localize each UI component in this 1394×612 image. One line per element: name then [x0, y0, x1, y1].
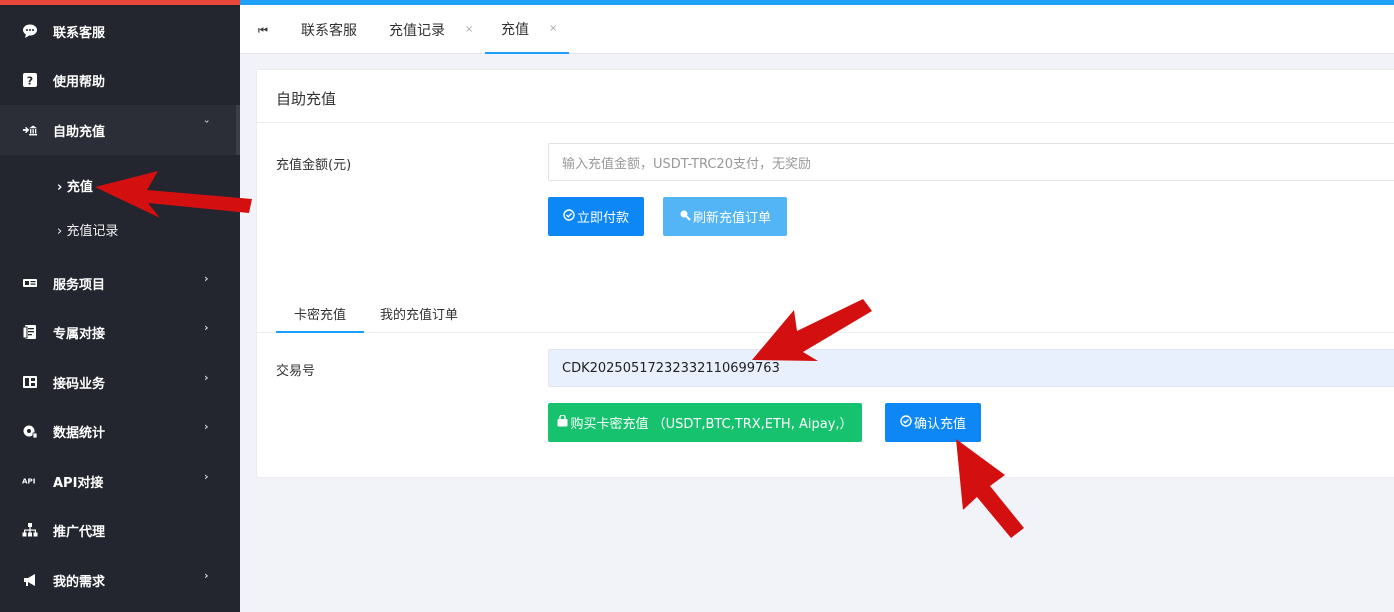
sidebar-item-label: 使用帮助: [53, 74, 106, 90]
sidebar-item-api[interactable]: API API对接 ›: [0, 456, 240, 506]
tab-card-recharge[interactable]: 卡密充值: [276, 300, 364, 333]
chevron-down-icon: ˇ: [204, 119, 210, 132]
sidebar-item-label: 推广代理: [53, 524, 106, 540]
sidebar: 联系客服 ? 使用帮助 自助充值 ˇ › 充值 › 充值记录 服务项目 › 专属…: [0, 0, 240, 612]
buy-card-code-label: 购买卡密充值 （USDT,BTC,TRX,ETH, Aipay,）: [570, 417, 853, 432]
svg-text:?: ?: [27, 75, 33, 88]
sidebar-item-label: 数据统计: [53, 425, 106, 441]
subtab-label: 我的充值订单: [380, 308, 459, 323]
check-circle-icon: [563, 209, 575, 224]
confirm-recharge-label: 确认充值: [913, 417, 966, 432]
sidebar-item-promotion[interactable]: 推广代理: [0, 505, 240, 555]
amount-input[interactable]: 输入充值金额，USDT-TRC20支付，无奖励: [548, 143, 1394, 181]
sidebar-item-label: 自助充值: [53, 124, 106, 140]
svg-text:API: API: [22, 477, 35, 486]
sidebar-subitem-label: › 充值记录: [57, 223, 119, 239]
sidebar-item-contact[interactable]: 联系客服: [0, 6, 240, 56]
sitemap-icon: [22, 522, 38, 538]
sidebar-item-exclusive[interactable]: 专属对接 ›: [0, 307, 240, 357]
chat-bubble-icon: [22, 23, 38, 39]
search-icon: [679, 209, 691, 224]
card-list-icon: [22, 275, 38, 291]
pay-now-button[interactable]: 立即付款: [548, 197, 644, 236]
close-icon[interactable]: ×: [465, 24, 473, 35]
chevron-right-icon: ›: [204, 470, 209, 483]
sidebar-top-bar: [0, 0, 240, 5]
sidebar-item-my-needs[interactable]: 我的需求 ›: [0, 555, 240, 605]
card-divider: [257, 122, 1394, 123]
question-icon: ?: [22, 72, 38, 88]
refresh-orders-label: 刷新充值订单: [692, 211, 771, 226]
sidebar-item-statistics[interactable]: 数据统计 ›: [0, 406, 240, 456]
refresh-orders-button[interactable]: 刷新充值订单: [663, 197, 787, 236]
sidebar-subitem-recharge[interactable]: › 充值: [0, 163, 240, 207]
chevron-right-icon: ›: [204, 420, 209, 433]
sidebar-item-label: 接码业务: [53, 376, 106, 392]
recharge-icon: [22, 122, 38, 138]
tab-label: 充值记录: [389, 22, 445, 39]
sidebar-item-sms-code[interactable]: 接码业务 ›: [0, 357, 240, 407]
api-icon: API: [22, 473, 38, 489]
tab-contact[interactable]: 联系客服: [301, 5, 357, 54]
contract-icon: [22, 324, 38, 340]
chevron-right-icon: ›: [204, 321, 209, 334]
confirm-recharge-button[interactable]: 确认充值: [885, 403, 981, 442]
amount-label: 充值金额(元): [276, 158, 352, 173]
transaction-input[interactable]: CDK20250517232332110699763: [548, 349, 1394, 387]
sidebar-subitem-recharge-records[interactable]: › 充值记录: [0, 207, 240, 251]
sidebar-item-label: API对接: [53, 475, 104, 491]
sidebar-item-label: 服务项目: [53, 277, 106, 293]
megaphone-icon: [22, 572, 38, 588]
tab-recharge[interactable]: 充值 ×: [485, 5, 569, 54]
buy-card-code-button[interactable]: 购买卡密充值 （USDT,BTC,TRX,ETH, Aipay,）: [548, 403, 862, 442]
sidebar-item-label: 我的需求: [53, 574, 106, 590]
sidebar-item-label: 联系客服: [53, 25, 106, 41]
sidebar-item-recharge[interactable]: 自助充值 ˇ: [0, 105, 240, 155]
transaction-label: 交易号: [276, 364, 316, 379]
chevron-right-icon: ›: [204, 371, 209, 384]
chevron-right-icon: ›: [204, 569, 209, 582]
subtab-label: 卡密充值: [293, 308, 346, 323]
sidebar-subitem-label: › 充值: [57, 179, 93, 195]
close-icon[interactable]: ×: [549, 23, 557, 34]
sidebar-item-label: 专属对接: [53, 326, 106, 342]
tab-recharge-records[interactable]: 充值记录 ×: [389, 5, 473, 54]
pay-now-label: 立即付款: [576, 211, 629, 226]
first-page-icon[interactable]: ⏮: [258, 24, 268, 38]
sidebar-item-services[interactable]: 服务项目 ›: [0, 258, 240, 308]
card-title: 自助充值: [276, 90, 337, 108]
cog-stats-icon: [22, 423, 38, 439]
tab-label: 充值: [501, 21, 529, 38]
tab-label: 联系客服: [301, 22, 357, 39]
check-circle-icon: [900, 415, 912, 430]
shopping-bag-icon: [557, 414, 568, 430]
sidebar-item-help[interactable]: ? 使用帮助: [0, 55, 240, 105]
tab-my-orders[interactable]: 我的充值订单: [380, 300, 458, 333]
chevron-right-icon: ›: [204, 272, 209, 285]
sim-icon: [22, 374, 38, 390]
